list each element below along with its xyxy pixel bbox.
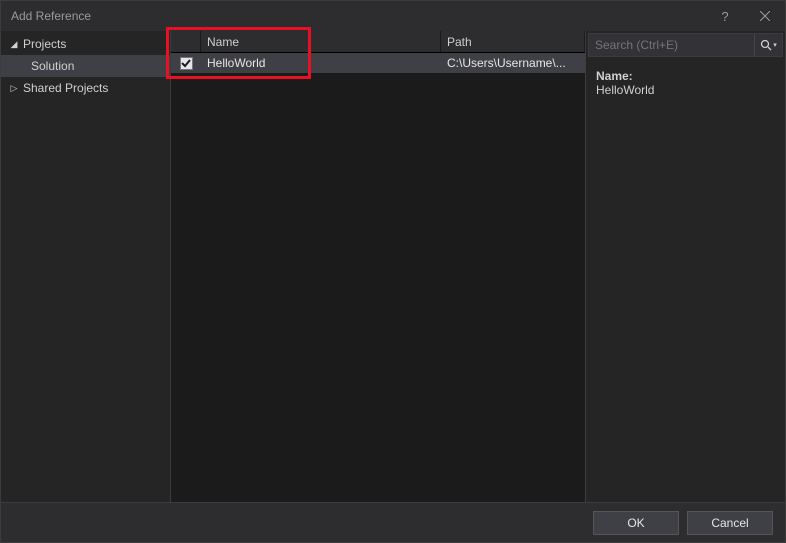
- list-header: Name Path: [171, 31, 585, 53]
- search-input[interactable]: [589, 38, 754, 52]
- sidebar: ◢ Projects Solution ▷ Shared Projects: [1, 31, 171, 502]
- search-icon: [760, 39, 772, 51]
- titlebar: Add Reference ?: [1, 1, 785, 31]
- sidebar-item-label: Shared Projects: [23, 81, 108, 95]
- dropdown-caret-icon: ▾: [773, 41, 777, 49]
- row-name-cell: HelloWorld: [201, 56, 441, 70]
- details-panel: ▾ Name: HelloWorld: [585, 31, 785, 502]
- main-wrap: Name Path HelloWorld C:\Users\Username\.…: [171, 31, 785, 502]
- close-icon: [760, 11, 770, 21]
- column-name-label: Name: [207, 35, 239, 49]
- ok-button-label: OK: [627, 516, 644, 530]
- help-icon: ?: [721, 9, 728, 24]
- help-button[interactable]: ?: [705, 1, 745, 31]
- column-path[interactable]: Path: [441, 31, 585, 52]
- details: Name: HelloWorld: [586, 63, 785, 103]
- reference-list: Name Path HelloWorld C:\Users\Username\.…: [171, 31, 585, 502]
- window-title: Add Reference: [1, 9, 705, 23]
- ok-button[interactable]: OK: [593, 511, 679, 535]
- sidebar-item-solution[interactable]: Solution: [1, 55, 170, 77]
- dialog-footer: OK Cancel: [1, 502, 785, 542]
- search-button[interactable]: ▾: [754, 34, 782, 56]
- details-name-value: HelloWorld: [596, 83, 775, 97]
- add-reference-dialog: Add Reference ? ◢ Projects Solution ▷ Sh…: [0, 0, 786, 543]
- sidebar-item-shared-projects[interactable]: ▷ Shared Projects: [1, 77, 170, 99]
- details-name-label: Name:: [596, 69, 775, 83]
- cancel-button[interactable]: Cancel: [687, 511, 773, 535]
- sidebar-item-label: Solution: [31, 59, 74, 73]
- row-checkbox[interactable]: [180, 57, 193, 70]
- row-name: HelloWorld: [207, 56, 265, 70]
- dialog-body: ◢ Projects Solution ▷ Shared Projects Na…: [1, 31, 785, 502]
- search-box[interactable]: ▾: [588, 33, 783, 57]
- row-path: C:\Users\Username\...: [447, 56, 566, 70]
- column-checkbox[interactable]: [171, 31, 201, 52]
- list-body: HelloWorld C:\Users\Username\...: [171, 53, 585, 502]
- table-row[interactable]: HelloWorld C:\Users\Username\...: [171, 53, 585, 73]
- column-name[interactable]: Name: [201, 31, 441, 52]
- cancel-button-label: Cancel: [711, 516, 748, 530]
- chevron-down-icon: ◢: [9, 39, 19, 50]
- sidebar-item-label: Projects: [23, 37, 66, 51]
- sidebar-item-projects[interactable]: ◢ Projects: [1, 33, 170, 55]
- column-path-label: Path: [447, 35, 472, 49]
- check-icon: [181, 58, 191, 68]
- row-path-cell: C:\Users\Username\...: [441, 56, 585, 70]
- close-button[interactable]: [745, 1, 785, 31]
- row-checkbox-cell: [171, 57, 201, 70]
- chevron-right-icon: ▷: [9, 83, 19, 94]
